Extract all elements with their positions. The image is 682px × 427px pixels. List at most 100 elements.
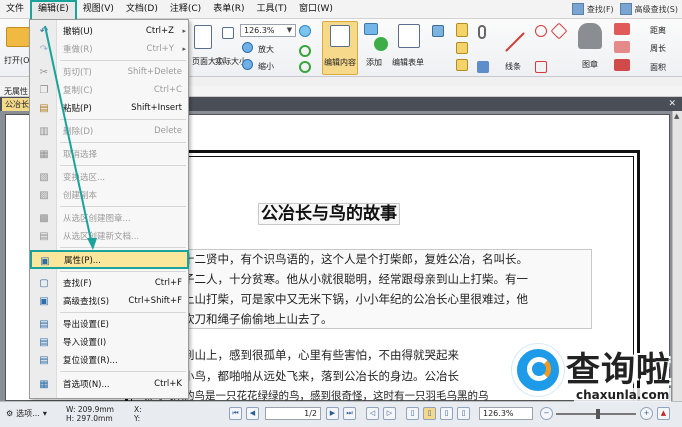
area-label[interactable]: 面积 (650, 62, 666, 73)
edit-form-icon[interactable] (398, 24, 420, 48)
continuous-facing-view-button[interactable]: ▯ (457, 407, 470, 420)
actual-size-icon[interactable] (222, 27, 234, 39)
menu-item-label: 删除(D) (63, 127, 94, 137)
stamp-icon[interactable] (578, 23, 602, 49)
add-plus-icon[interactable] (374, 37, 388, 51)
forward-button[interactable]: ▷ (383, 407, 396, 420)
last-page-button[interactable]: ⏭ (343, 407, 356, 420)
menu-item-cut[interactable]: ✂ 剪切(T) Shift+Delete (31, 63, 188, 81)
zoom-in-icon[interactable] (242, 42, 253, 53)
open-folder-icon[interactable] (6, 27, 30, 47)
menu-view[interactable]: 视图(V) (77, 0, 120, 19)
menu-item-redo[interactable]: ↷ 重做(R) Ctrl+Y ▸ (31, 40, 188, 58)
zoom-slider-handle[interactable] (596, 409, 600, 419)
add-image-icon[interactable] (364, 23, 378, 35)
menu-item-preferences[interactable]: ▦ 首选项(N)... Ctrl+K (31, 375, 188, 393)
text-tool-icon[interactable] (456, 42, 468, 54)
form-field-icon[interactable] (432, 25, 444, 37)
menu-item-shortcut: Ctrl+K (154, 379, 182, 389)
close-icon[interactable]: ✕ (668, 99, 676, 109)
rotate-left-icon[interactable] (299, 45, 311, 57)
menu-item-delete[interactable]: ▥ 删除(D) Delete (31, 122, 188, 140)
line-tool-icon[interactable] (505, 32, 525, 52)
no-properties-label: 无属性 (4, 87, 28, 96)
polygon-shape-icon[interactable] (550, 22, 568, 40)
perimeter-icon[interactable] (614, 41, 630, 53)
menu-edit[interactable]: 编辑(E) (30, 0, 77, 19)
menu-item-reset-settings[interactable]: ▤ 复位设置(R)... (31, 351, 188, 369)
menu-separator (60, 142, 186, 143)
menu-item-duplicate[interactable]: ▨ 创建副本 (31, 186, 188, 204)
menu-item-label: 复制(C) (63, 86, 93, 96)
menu-item-label: 查找(F) (63, 279, 92, 289)
menu-item-find[interactable]: ▢ 查找(F) Ctrl+F (31, 274, 188, 292)
page-size-icon[interactable] (194, 25, 212, 49)
menu-item-properties[interactable]: ▣ 属性(P)... (30, 250, 189, 269)
pdf-icon[interactable]: ▲ (657, 407, 670, 420)
menu-file[interactable]: 文件 (0, 0, 30, 19)
menu-separator (60, 247, 186, 248)
menu-item-shortcut: Ctrl+C (153, 85, 182, 95)
rotate-right-icon[interactable] (299, 61, 311, 73)
menu-form[interactable]: 表单(R) (207, 0, 250, 19)
menu-document[interactable]: 文档(D) (120, 0, 164, 19)
menu-item-shortcut: Ctrl+Y (146, 44, 174, 54)
distance-icon[interactable] (614, 23, 630, 35)
find-button[interactable]: 查找(F) (571, 3, 614, 15)
rectangle-shape-icon[interactable] (535, 61, 547, 73)
menu-item-label: 变换选区... (63, 173, 106, 183)
continuous-view-button[interactable]: ▯ (423, 407, 436, 420)
menu-item-advanced-find[interactable]: ▣ 高级查找(S) Ctrl+Shift+F (31, 292, 188, 310)
find-label: 查找(F) (586, 4, 614, 14)
menu-item-create-stamp[interactable]: ▩ 从选区创建图章... (31, 209, 188, 227)
single-page-view-button[interactable]: ▯ (406, 407, 419, 420)
distance-label[interactable]: 距离 (650, 25, 666, 36)
next-page-button[interactable]: ▶ (326, 407, 339, 420)
zoom-slider[interactable] (556, 409, 636, 419)
menu-item-create-document[interactable]: ▤ 从选区创建新文档... (31, 227, 188, 245)
first-page-button[interactable]: ⏮ (229, 407, 242, 420)
menu-item-undo[interactable]: ↶ 撤销(U) Ctrl+Z ▸ (31, 22, 188, 40)
zoom-in-button[interactable]: + (640, 407, 653, 420)
zoom-out-button[interactable]: − (540, 407, 553, 420)
menu-window[interactable]: 窗口(W) (293, 0, 339, 19)
submenu-arrow-icon: ▸ (182, 45, 186, 53)
menu-item-paste[interactable]: ▤ 粘贴(P) Shift+Insert (31, 99, 188, 117)
menu-separator (60, 119, 186, 120)
select-options[interactable]: ⚙ 选项... ▾ (6, 408, 47, 419)
menu-separator (60, 60, 186, 61)
circle-shape-icon[interactable] (535, 25, 547, 37)
menu-item-label: 取消选择 (63, 150, 98, 160)
perimeter-label[interactable]: 周长 (650, 43, 666, 54)
area-icon[interactable] (614, 59, 630, 71)
menu-comment[interactable]: 注释(C) (164, 0, 207, 19)
document-title[interactable]: 公冶长与鸟的故事 (258, 203, 400, 225)
attach-icon[interactable] (478, 25, 486, 39)
menu-item-deselect[interactable]: ▦ 取消选择 (31, 145, 188, 163)
page-number-input[interactable]: 1/2 (265, 407, 321, 420)
menu-item-copy[interactable]: ❐ 复制(C) Ctrl+C (31, 81, 188, 99)
zoom-out-icon[interactable] (242, 59, 253, 70)
edit-form-label: 编辑表单 (392, 58, 424, 67)
scroll-up-icon[interactable]: ▲ (674, 112, 679, 120)
advanced-find-button[interactable]: 高级查找(S) (619, 3, 678, 15)
zoom-out-label[interactable]: 缩小 (258, 61, 274, 72)
zoom-in-label[interactable]: 放大 (258, 44, 274, 55)
menu-item-export-settings[interactable]: ▤ 导出设置(E) (31, 315, 188, 333)
prev-page-button[interactable]: ◀ (246, 407, 259, 420)
zoom-select[interactable]: 126.3% ▼ (240, 24, 296, 37)
status-zoom-select[interactable]: 126.3% (479, 407, 533, 420)
add-circle-icon[interactable] (299, 25, 311, 37)
undo-icon: ↶ (39, 25, 49, 37)
sound-icon[interactable] (477, 61, 489, 73)
menu-item-transform-selection[interactable]: ▧ 变换选区... (31, 168, 188, 186)
text-box-icon[interactable] (456, 59, 468, 71)
menu-item-import-settings[interactable]: ▤ 导入设置(I) (31, 333, 188, 351)
menu-item-shortcut: Shift+Insert (131, 103, 182, 113)
menu-tools[interactable]: 工具(T) (250, 0, 293, 19)
menu-item-shortcut: Shift+Delete (127, 67, 182, 77)
back-button[interactable]: ◁ (366, 407, 379, 420)
text-field-icon[interactable] (456, 23, 468, 37)
facing-view-button[interactable]: ▯ (440, 407, 453, 420)
watermark-logo-icon (512, 344, 564, 396)
